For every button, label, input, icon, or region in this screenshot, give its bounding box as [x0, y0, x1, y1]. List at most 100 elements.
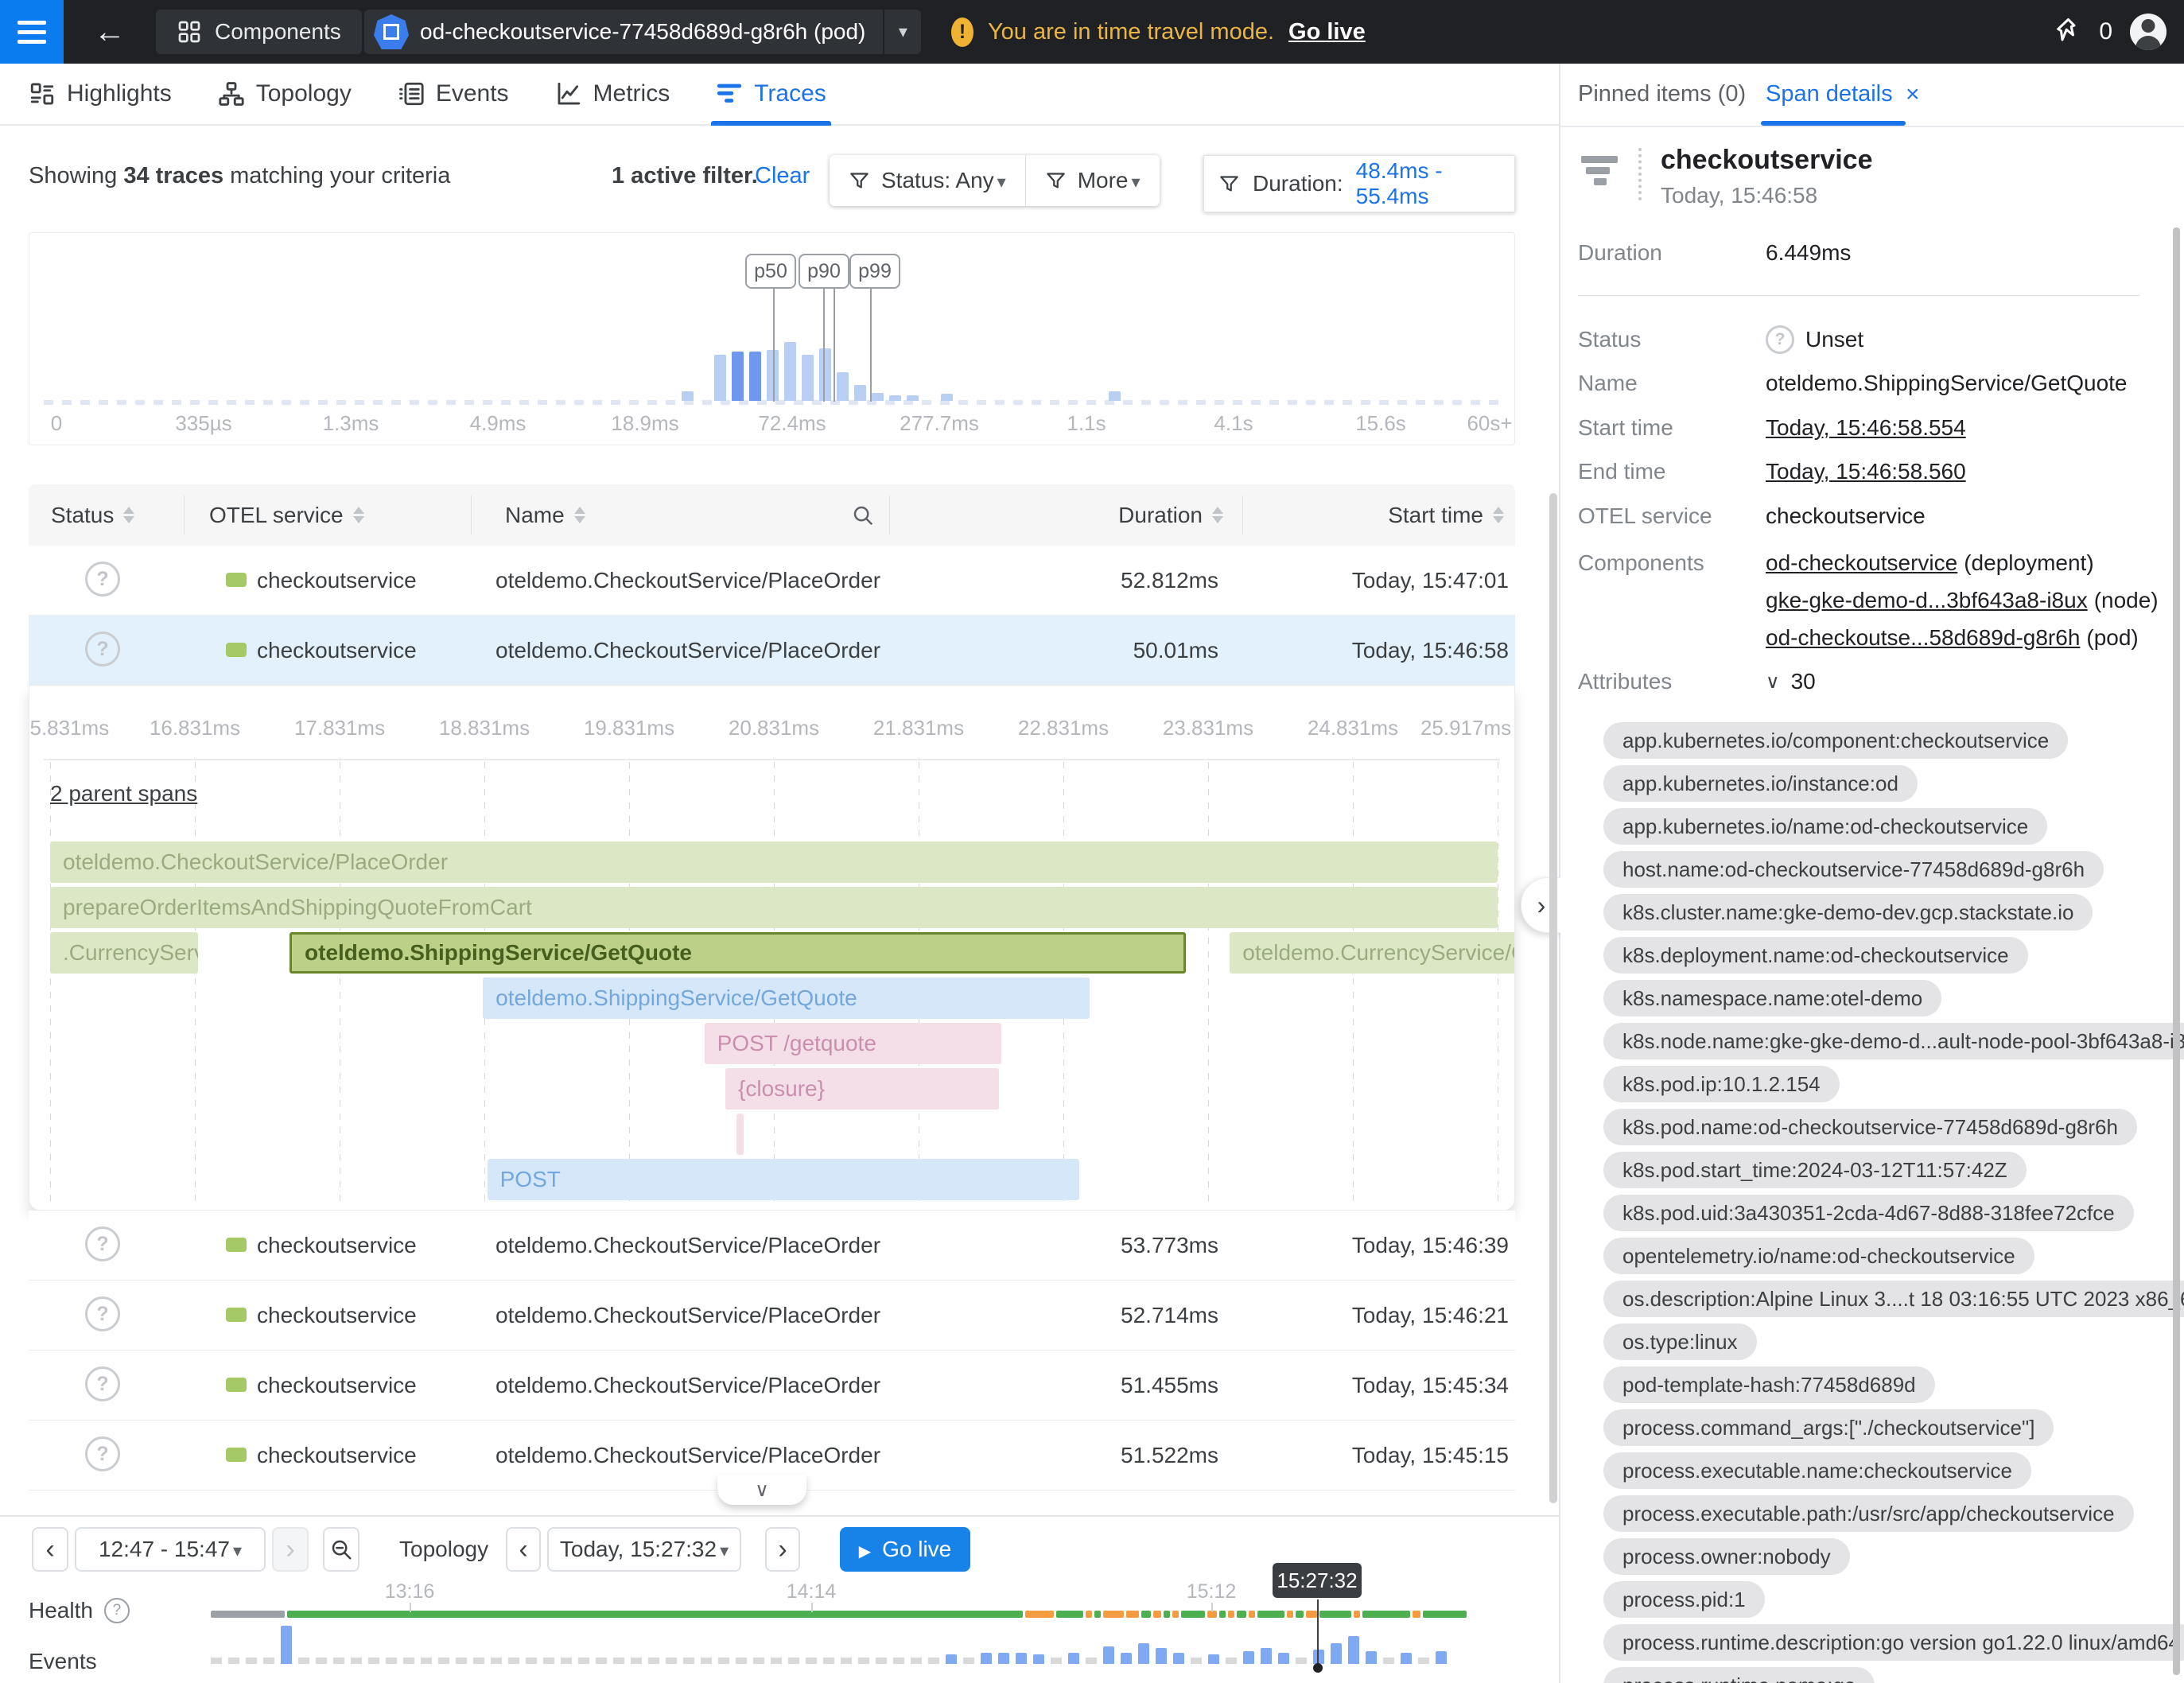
span-bar[interactable]: .CurrencyServ...: [50, 932, 198, 974]
attribute-chip[interactable]: process.runtime.name:go: [1603, 1667, 1875, 1683]
attribute-chip[interactable]: os.type:linux: [1603, 1323, 1757, 1360]
chevron-down-icon[interactable]: [884, 21, 921, 42]
sort-otel-service[interactable]: [353, 507, 364, 523]
tab-highlights[interactable]: Highlights: [29, 64, 172, 124]
time-range-dropdown[interactable]: 12:47 - 15:47: [75, 1527, 266, 1572]
components-button-label: Components: [215, 19, 341, 45]
histogram-bar: [714, 355, 726, 401]
start-time-value[interactable]: Today, 15:46:58.554: [1766, 415, 1966, 441]
attribute-chip[interactable]: process.executable.path:/usr/src/app/che…: [1603, 1495, 2134, 1532]
component-deployment-link[interactable]: od-checkoutservice: [1766, 550, 1957, 576]
event-dash: [1191, 1658, 1202, 1664]
attribute-chip[interactable]: opentelemetry.io/name:od-checkoutservice: [1603, 1238, 2034, 1274]
attribute-chip[interactable]: os.description:Alpine Linux 3....t 18 03…: [1603, 1281, 2184, 1317]
search-icon[interactable]: [851, 503, 875, 527]
trace-row[interactable]: checkoutserviceoteldemo.CheckoutService/…: [29, 1351, 1515, 1421]
attribute-chip[interactable]: process.pid:1: [1603, 1581, 1765, 1618]
tab-traces[interactable]: Traces: [716, 64, 826, 124]
components-button[interactable]: Components: [156, 10, 362, 54]
span-bar-selected[interactable]: oteldemo.ShippingService/GetQuote: [290, 932, 1186, 974]
attribute-chip[interactable]: k8s.pod.name:od-checkoutservice-77458d68…: [1603, 1109, 2137, 1145]
sort-name[interactable]: [574, 507, 585, 523]
attributes-collapse-icon[interactable]: [1766, 670, 1780, 694]
status-unknown-icon: [85, 1296, 120, 1331]
component-pod-link[interactable]: od-checkoutse...58d689d-g8r6h: [1766, 625, 2080, 651]
back-button[interactable]: [94, 0, 126, 64]
attribute-chip[interactable]: process.owner:nobody: [1603, 1538, 1850, 1575]
attribute-chip[interactable]: k8s.pod.start_time:2024-03-12T11:57:42Z: [1603, 1152, 2027, 1188]
time-prev-button[interactable]: [506, 1527, 541, 1572]
end-time-value[interactable]: Today, 15:46:58.560: [1766, 459, 1966, 484]
time-next-button[interactable]: [765, 1527, 800, 1572]
panel-scrollbar[interactable]: [2173, 227, 2180, 1675]
event-bar: [1068, 1653, 1079, 1664]
histogram-bar: [889, 395, 901, 401]
scroll-down-button[interactable]: [717, 1475, 806, 1505]
range-prev-button[interactable]: [32, 1527, 68, 1572]
event-dash: [613, 1658, 624, 1664]
attribute-chip[interactable]: app.kubernetes.io/instance:od: [1603, 765, 1918, 802]
attribute-chip[interactable]: k8s.pod.ip:10.1.2.154: [1603, 1066, 1840, 1102]
event-dash: [561, 1658, 572, 1664]
span-bar[interactable]: [736, 1114, 744, 1155]
span-bar[interactable]: oteldemo.CurrencyService/Co: [1230, 932, 1515, 974]
health-help-icon[interactable]: [104, 1598, 130, 1623]
event-bar: [1208, 1654, 1219, 1664]
tab-pinned-items[interactable]: Pinned items (0): [1578, 81, 1746, 107]
clear-filters-link[interactable]: Clear: [755, 163, 810, 189]
span-bar[interactable]: oteldemo.CheckoutService/PlaceOrder: [50, 842, 1498, 883]
event-dash: [368, 1658, 379, 1664]
attribute-chip[interactable]: k8s.cluster.name:gke-demo-dev.gcp.stacks…: [1603, 894, 2093, 931]
go-live-button[interactable]: Go live: [840, 1527, 970, 1572]
main-area: HighlightsTopologyEventsMetricsTraces Sh…: [0, 64, 1560, 1683]
span-bar[interactable]: POST: [488, 1159, 1079, 1200]
attribute-chip[interactable]: k8s.pod.uid:3a430351-2cda-4d67-8d88-318f…: [1603, 1195, 2134, 1231]
trace-row[interactable]: checkoutserviceoteldemo.CheckoutService/…: [29, 1211, 1515, 1281]
health-timeline[interactable]: [211, 1611, 1467, 1618]
attribute-chip[interactable]: process.executable.name:checkoutservice: [1603, 1452, 2031, 1489]
tab-topology[interactable]: Topology: [218, 64, 352, 124]
tab-metrics[interactable]: Metrics: [555, 64, 670, 124]
attribute-chip[interactable]: pod-template-hash:77458d689d: [1603, 1366, 1935, 1403]
percentile-label[interactable]: p99: [849, 254, 900, 289]
span-bar[interactable]: prepareOrderItemsAndShippingQuoteFromCar…: [50, 887, 1498, 928]
attribute-chip[interactable]: host.name:od-checkoutservice-77458d689d-…: [1603, 851, 2104, 888]
attribute-chip[interactable]: k8s.node.name:gke-gke-demo-d...ault-node…: [1603, 1023, 2184, 1059]
pin-icon[interactable]: [2053, 16, 2081, 49]
attribute-chip[interactable]: app.kubernetes.io/component:checkoutserv…: [1603, 722, 2068, 759]
component-node-link[interactable]: gke-gke-demo-d...3bf643a8-i8ux: [1766, 588, 2088, 613]
sort-duration[interactable]: [1212, 507, 1223, 523]
duration-filter[interactable]: Duration: 48.4ms - 55.4ms: [1203, 155, 1515, 212]
tab-span-details[interactable]: Span details: [1766, 81, 1893, 107]
parent-spans-link[interactable]: 2 parent spans: [50, 781, 197, 807]
attribute-chip[interactable]: k8s.deployment.name:od-checkoutservice: [1603, 937, 2028, 974]
span-bar[interactable]: POST /getquote: [705, 1023, 1001, 1064]
status-filter-button[interactable]: Status: Any: [830, 155, 1025, 206]
close-icon[interactable]: [1906, 81, 1920, 108]
main-scrollbar[interactable]: [1549, 493, 1557, 1503]
trace-row[interactable]: checkoutserviceoteldemo.CheckoutService/…: [29, 546, 1515, 616]
entity-selector[interactable]: od-checkoutservice-77458d689d-g8r6h (pod…: [364, 10, 921, 54]
percentile-label[interactable]: p90: [799, 254, 849, 289]
otel-service-cell: checkoutservice: [257, 1281, 417, 1351]
span-bar[interactable]: {closure}: [725, 1068, 999, 1110]
hamburger-menu-button[interactable]: [0, 0, 64, 64]
attribute-chip[interactable]: process.command_args:["./checkoutservice…: [1603, 1409, 2054, 1446]
zoom-out-button[interactable]: [323, 1527, 359, 1572]
time-marker-line[interactable]: [1317, 1599, 1319, 1667]
tab-events[interactable]: Events: [398, 64, 509, 124]
sort-status[interactable]: [123, 507, 134, 523]
attribute-chip[interactable]: app.kubernetes.io/name:od-checkoutservic…: [1603, 808, 2047, 845]
go-live-link[interactable]: Go live: [1288, 19, 1366, 45]
percentile-label[interactable]: p50: [745, 254, 796, 289]
timestamp-dropdown[interactable]: Today, 15:27:32: [547, 1527, 741, 1572]
span-bar[interactable]: oteldemo.ShippingService/GetQuote: [483, 978, 1090, 1019]
more-filters-button[interactable]: More: [1025, 155, 1160, 206]
attribute-chip[interactable]: k8s.namespace.name:otel-demo: [1603, 980, 1941, 1016]
avatar[interactable]: [2130, 14, 2167, 50]
sort-start-time[interactable]: [1493, 507, 1504, 523]
range-next-button[interactable]: [272, 1527, 309, 1572]
trace-row[interactable]: checkoutserviceoteldemo.CheckoutService/…: [29, 1281, 1515, 1351]
trace-row[interactable]: checkoutserviceoteldemo.CheckoutService/…: [29, 616, 1515, 686]
attribute-chip[interactable]: process.runtime.description:go version g…: [1603, 1624, 2184, 1661]
